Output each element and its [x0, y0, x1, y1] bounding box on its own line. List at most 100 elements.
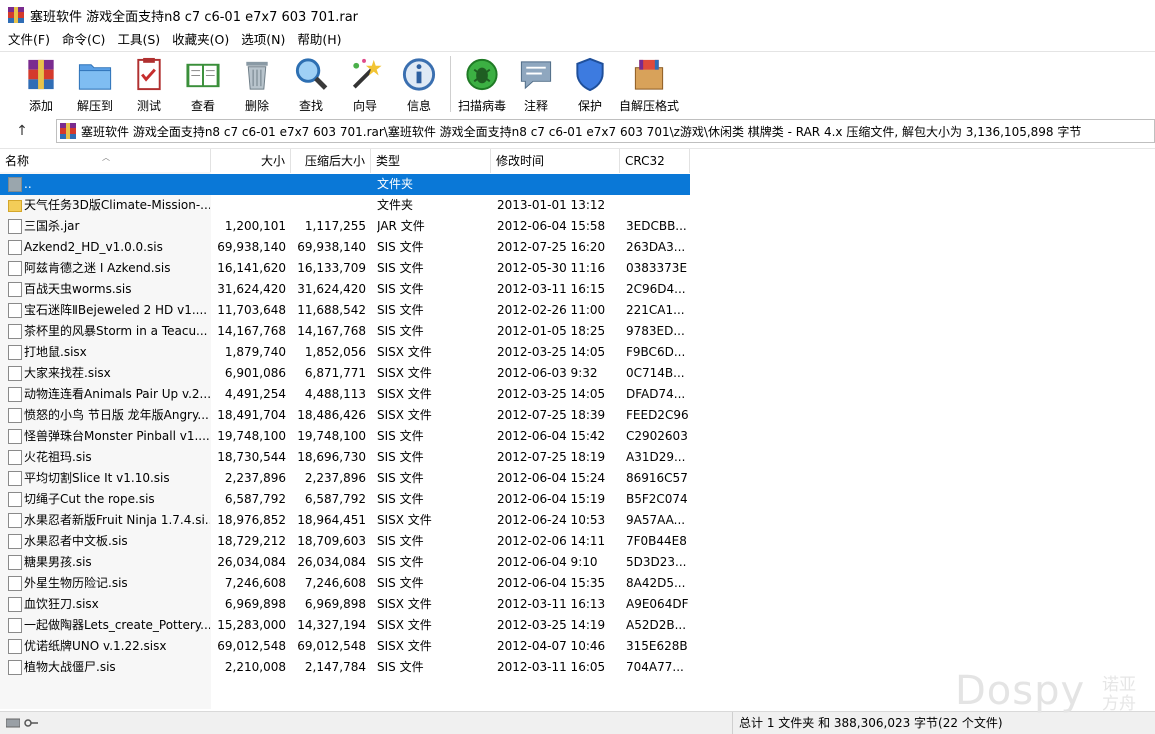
file-row[interactable]: 优诺纸牌UNO v.1.22.sisx 69,012,548 69,012,548 S…: [0, 636, 690, 657]
row-modified: 2012-03-11 16:05: [497, 660, 606, 674]
file-row[interactable]: 怪兽弹珠台Monster Pinball v1.... 19,748,100 19,…: [0, 426, 690, 447]
row-packed: 69,938,140: [297, 240, 366, 254]
path-field[interactable]: 塞班软件 游戏全面支持n8 c7 c6-01 e7x7 603 701.rar\…: [56, 119, 1155, 143]
protect-button[interactable]: 保护: [563, 52, 617, 114]
comment-button[interactable]: 注释: [509, 52, 563, 114]
file-row[interactable]: Azkend2_HD_v1.0.0.sis 69,938,140 69,938,14…: [0, 237, 690, 258]
sfx-icon: [634, 59, 664, 90]
file-row[interactable]: 植物大战僵尸.sis 2,210,008 2,147,784 SIS 文件 2012-0…: [0, 657, 690, 678]
column-type[interactable]: 类型: [371, 149, 491, 173]
view-button[interactable]: 查看: [176, 52, 230, 114]
file-icon: [8, 492, 22, 507]
menu-help[interactable]: 帮助(H): [291, 30, 347, 50]
row-packed: 18,696,730: [297, 450, 366, 464]
find-button[interactable]: 查找: [284, 52, 338, 114]
row-packed: [292, 174, 366, 195]
file-row[interactable]: 打地鼠.sisx 1,879,740 1,852,056 SISX 文件 2012-03…: [0, 342, 690, 363]
file-row[interactable]: 外星生物历险记.sis 7,246,608 7,246,608 SIS 文件 2012-…: [0, 573, 690, 594]
file-row[interactable]: 一起做陶器Lets_create_Pottery.... 15,283,000 14…: [0, 615, 690, 636]
menu-favorites[interactable]: 收藏夹(O): [166, 30, 235, 50]
row-packed: 18,709,603: [297, 534, 366, 548]
info-button[interactable]: 信息: [392, 52, 446, 114]
file-row[interactable]: 血饮狂刀.sisx 6,969,898 6,969,898 SISX 文件 2012-0…: [0, 594, 690, 615]
extract-to-button[interactable]: 解压到: [68, 52, 122, 114]
row-size: 6,901,086: [224, 366, 286, 380]
row-type: SIS 文件: [377, 324, 424, 338]
menu-tools[interactable]: 工具(S): [111, 30, 166, 50]
file-row[interactable]: 宝石迷阵ⅡBejeweled 2 HD v1.... 11,703,648 11,6…: [0, 300, 690, 321]
file-row[interactable]: 动物连连看Animals Pair Up v.2.... 4,491,254 4,4…: [0, 384, 690, 405]
row-crc: 2C96D4...: [626, 282, 686, 296]
add-button[interactable]: 添加: [14, 52, 68, 114]
row-type: SISX 文件: [377, 618, 432, 632]
row-modified: 2012-06-04 15:24: [497, 471, 606, 485]
delete-button[interactable]: 删除: [230, 52, 284, 114]
column-packed[interactable]: 压缩后大小: [291, 149, 371, 173]
file-list[interactable]: 名称 ︿ 大小 压缩后大小 类型 修改时间 CRC32 .. 文件夹 天气任务3D版…: [0, 148, 1155, 709]
row-crc: C2902603: [626, 429, 688, 443]
file-icon: [8, 618, 22, 633]
menu-file[interactable]: 文件(F): [2, 30, 56, 50]
info-icon: [402, 58, 436, 91]
row-modified: 2012-06-04 9:10: [497, 555, 598, 569]
menu-commands[interactable]: 命令(C): [56, 30, 111, 50]
row-size: 6,587,792: [224, 492, 286, 506]
row-crc: 5D3D23...: [626, 555, 687, 569]
file-icon: [8, 324, 22, 339]
file-row[interactable]: 愤怒的小鸟 节日版 龙年版Angry... 18,491,704 18,486,42…: [0, 405, 690, 426]
file-row[interactable]: 切绳子Cut the rope.sis 6,587,792 6,587,792 SIS…: [0, 489, 690, 510]
title-bar: 塞班软件 游戏全面支持n8 c7 c6-01 e7x7 603 701.rar: [0, 0, 1155, 30]
row-size: 69,938,140: [217, 240, 286, 254]
row-size: 19,748,100: [217, 429, 286, 443]
row-crc: F9BC6D...: [626, 345, 686, 359]
row-type: SIS 文件: [377, 282, 424, 296]
file-row[interactable]: 水果忍者新版Fruit Ninja 1.7.4.si... 18,976,852 1…: [0, 510, 690, 531]
column-name[interactable]: 名称 ︿: [0, 149, 211, 173]
file-row[interactable]: 阿兹肯德之迷 I Azkend.sis 16,141,620 16,133,709 S…: [0, 258, 690, 279]
virus-scan-button[interactable]: 扫描病毒: [455, 52, 509, 114]
up-folder-button[interactable]: ↑: [0, 117, 44, 145]
file-row[interactable]: 百战天虫worms.sis 31,624,420 31,624,420 SIS 文件 2…: [0, 279, 690, 300]
row-crc: 221CA1...: [626, 303, 685, 317]
wizard-button[interactable]: 向导: [338, 52, 392, 114]
file-row[interactable]: 三国杀.jar 1,200,101 1,117,255 JAR 文件 2012-06-0…: [0, 216, 690, 237]
file-row[interactable]: 茶杯里的风暴Storm in a Teacu... 14,167,768 14,16…: [0, 321, 690, 342]
row-packed: 11,688,542: [297, 303, 366, 317]
row-size: 1,879,740: [224, 345, 286, 359]
row-size: 31,624,420: [217, 282, 286, 296]
row-modified: [497, 174, 617, 195]
folder-icon: [8, 200, 22, 212]
file-row[interactable]: 大家来找茬.sisx 6,901,086 6,871,771 SISX 文件 2012-…: [0, 363, 690, 384]
file-row[interactable]: 火花祖玛.sis 18,730,544 18,696,730 SIS 文件 2012-0…: [0, 447, 690, 468]
column-modified[interactable]: 修改时间: [491, 149, 620, 173]
column-size[interactable]: 大小: [211, 149, 291, 173]
file-icon: [8, 576, 22, 591]
status-bar: 总计 1 文件夹 和 388,306,023 字节(22 个文件): [0, 711, 1155, 734]
row-crc: 0383373E: [626, 261, 688, 275]
folder-row[interactable]: 天气任务3D版Climate-Mission-... 文件夹 2013-01-01 …: [0, 195, 690, 216]
row-packed: 18,964,451: [297, 513, 366, 527]
folder-icon: [8, 177, 22, 192]
row-size: 2,210,008: [224, 660, 286, 674]
file-row[interactable]: 水果忍者中文板.sis 18,729,212 18,709,603 SIS 文件 201…: [0, 531, 690, 552]
row-modified: 2012-06-04 15:35: [497, 576, 606, 590]
row-modified: 2012-06-04 15:42: [497, 429, 606, 443]
column-crc[interactable]: CRC32: [620, 149, 690, 173]
row-type: SIS 文件: [377, 555, 424, 569]
file-row[interactable]: 糖果男孩.sis 26,034,084 26,034,084 SIS 文件 2012-0…: [0, 552, 690, 573]
file-icon: [8, 639, 22, 654]
file-row[interactable]: 平均切割Slice It v1.10.sis 2,237,896 2,237,896…: [0, 468, 690, 489]
file-icon: [8, 366, 22, 381]
file-icon: [8, 387, 22, 402]
file-icon: [8, 408, 22, 423]
parent-folder-row[interactable]: .. 文件夹: [0, 174, 690, 195]
row-modified: 2012-07-25 16:20: [497, 240, 606, 254]
test-button[interactable]: 测试: [122, 52, 176, 114]
row-type: 文件夹: [377, 198, 414, 212]
row-crc: A9E064DF: [626, 597, 688, 611]
sfx-button[interactable]: 自解压格式: [617, 52, 681, 114]
menu-options[interactable]: 选项(N): [235, 30, 291, 50]
row-type: SISX 文件: [377, 366, 432, 380]
row-packed: 14,167,768: [297, 324, 366, 338]
file-icon: [8, 597, 22, 612]
